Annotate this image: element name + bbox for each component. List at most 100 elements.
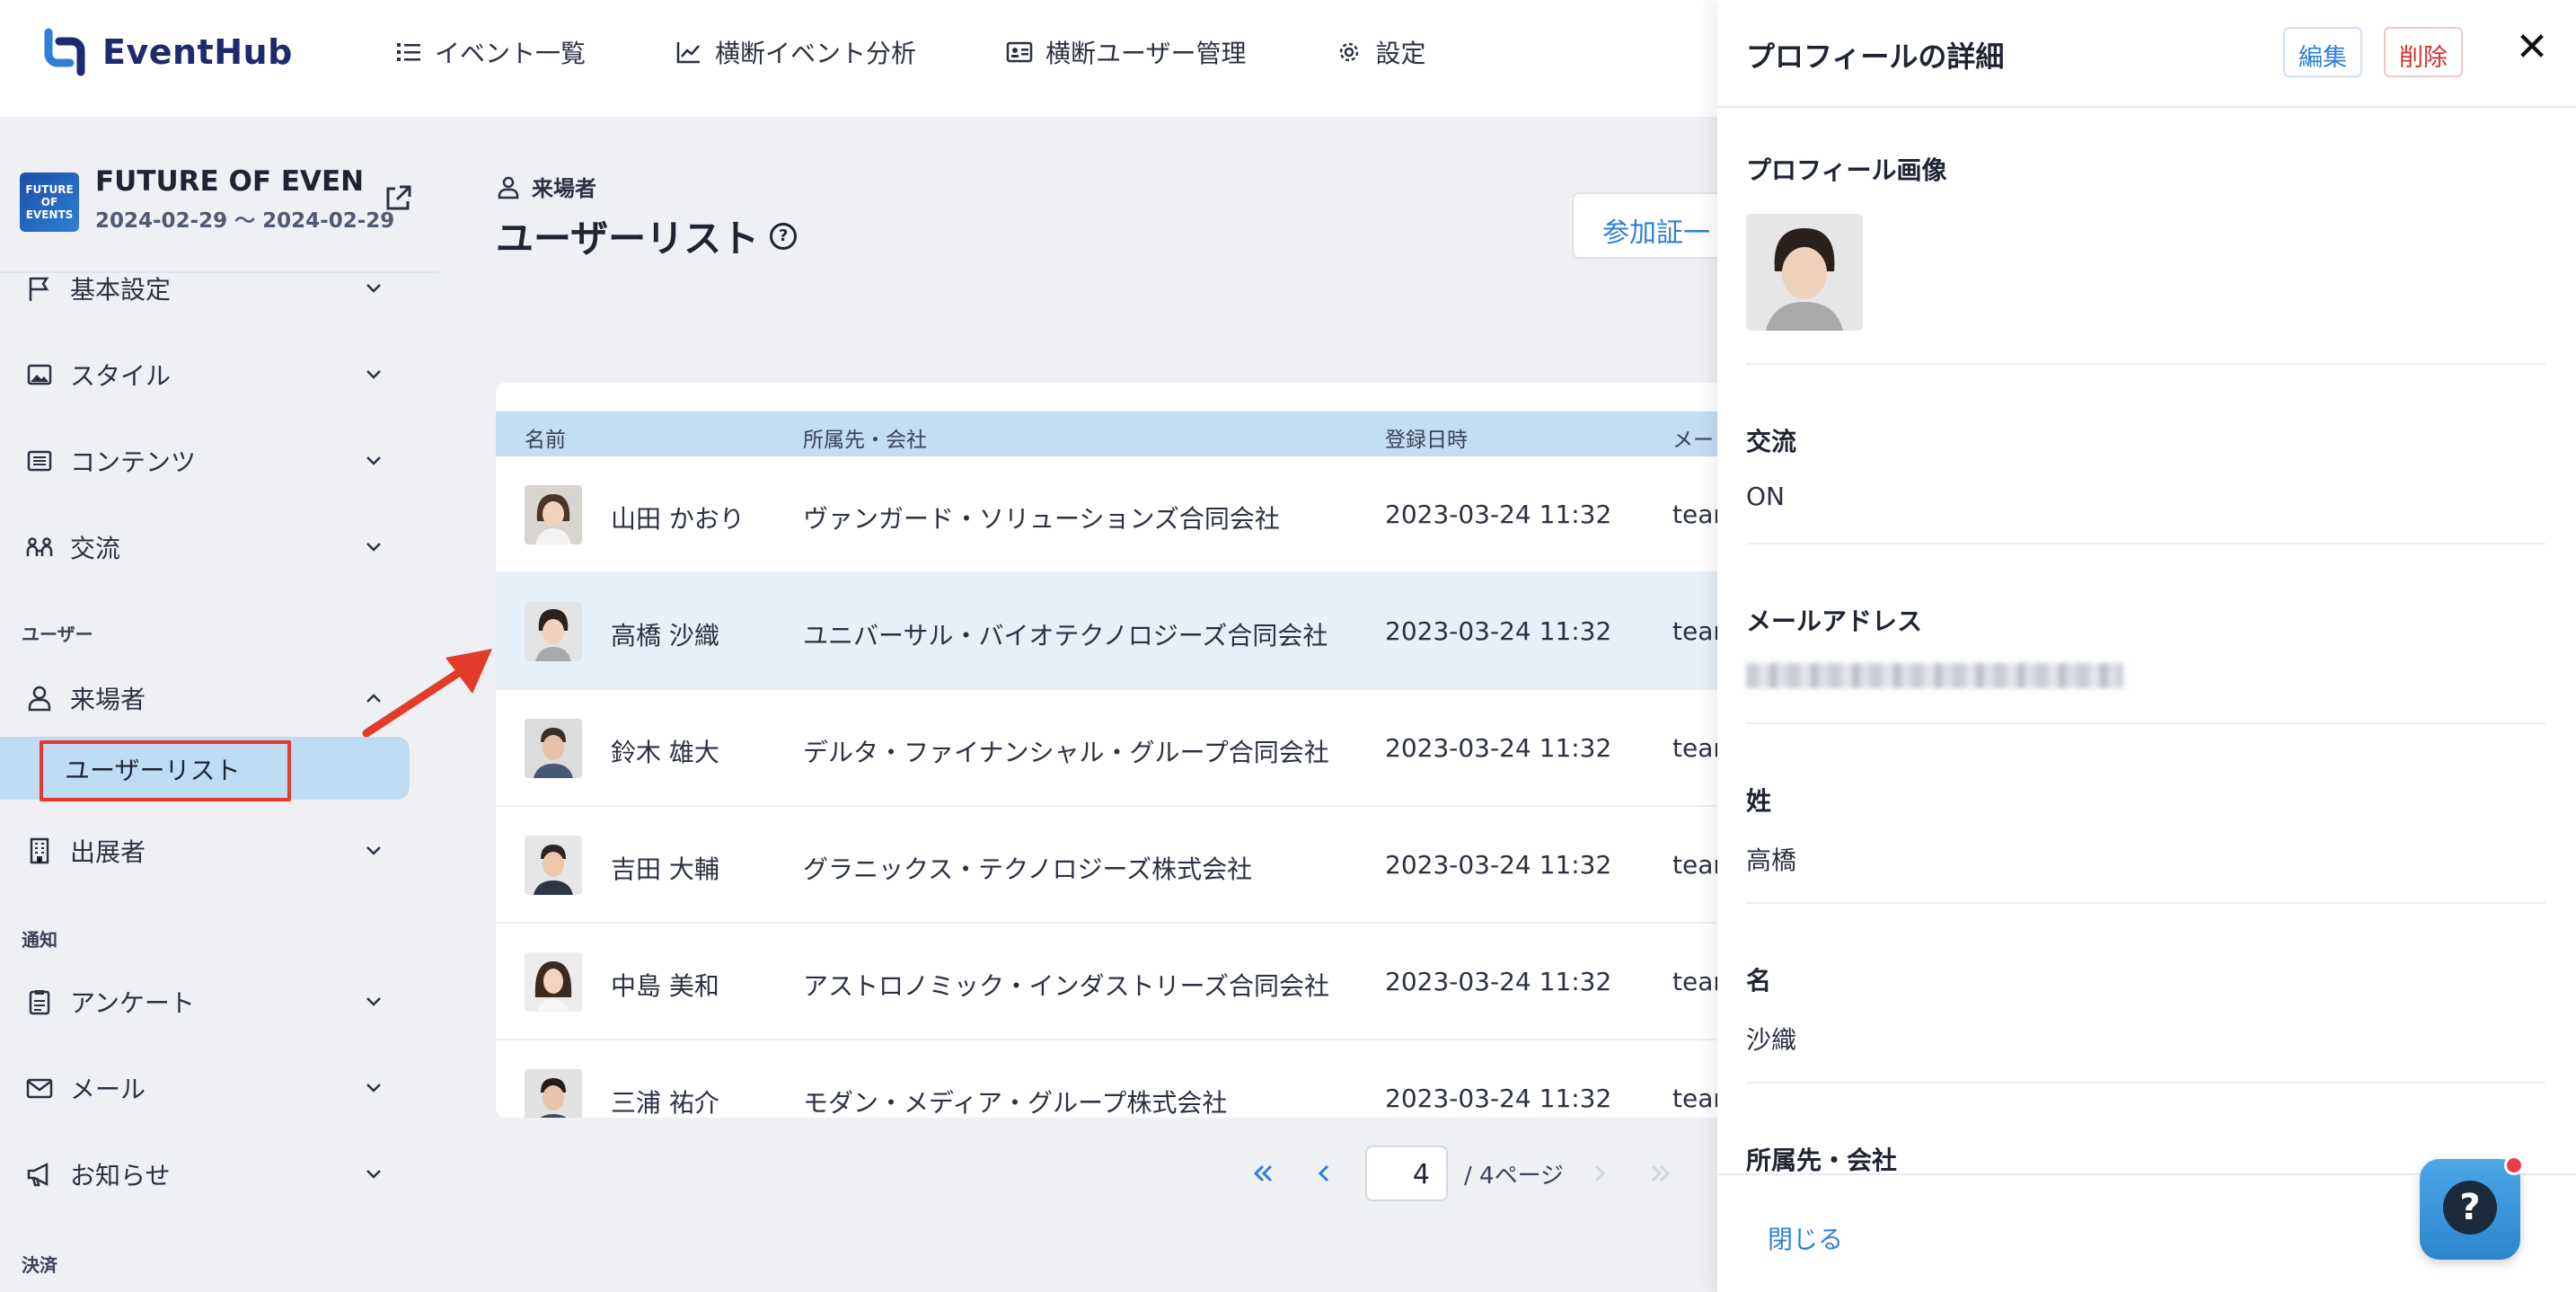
first-page-icon[interactable]	[1248, 1159, 1277, 1188]
sidebar-item-visitor[interactable]: 来場者	[25, 676, 384, 721]
building-icon	[30, 837, 49, 864]
section-label-payment: 決済	[22, 1254, 57, 1276]
table-header: 名前 所属先・会社 登録日時 メー	[496, 411, 1717, 456]
sidebar-item-label: メール	[70, 1075, 146, 1104]
eventhub-logo-icon	[44, 28, 85, 76]
edit-button[interactable]: 編集	[2283, 27, 2362, 77]
event-thumbnail: FUTURE OF EVENTS	[20, 173, 79, 232]
profile-image	[1746, 214, 1863, 331]
chevron-down-icon	[366, 370, 381, 379]
panel-header: プロフィールの詳細 編集 削除 ✕	[1717, 0, 2576, 108]
sidebar-item-contents[interactable]: コンテンツ	[25, 438, 384, 483]
row-company: グラニックス・テクノロジーズ株式会社	[803, 854, 1253, 884]
page-number-input[interactable]: 4	[1365, 1146, 1448, 1201]
user-table: 名前 所属先・会社 登録日時 メー 山田 かおり ヴァンガード・ソリューションズ…	[496, 383, 1717, 1118]
row-date: 2023-03-24 11:32	[1385, 967, 1612, 996]
event-title: FUTURE OF EVEN…	[95, 165, 365, 198]
field-divider	[1746, 543, 2545, 544]
list-alt-icon	[27, 450, 52, 472]
row-name: 鈴木 雄大	[611, 738, 719, 767]
column-header-registered[interactable]: 登録日時	[1385, 422, 1468, 453]
row-date: 2023-03-24 11:32	[1385, 500, 1612, 529]
nav-label: イベント一覧	[435, 39, 587, 68]
sidebar-item-basic-settings[interactable]: 基本設定	[25, 266, 384, 311]
breadcrumb: 来場者	[496, 171, 596, 202]
row-company: アストロノミック・インダストリーズ合同会社	[803, 971, 1330, 1001]
person-icon	[498, 176, 519, 199]
app-logo[interactable]: EventHub	[40, 27, 293, 77]
field-label: 名	[1746, 966, 1772, 996]
field-exchange: 交流 ON	[1746, 422, 2545, 511]
row-name: 三浦 祐介	[611, 1088, 719, 1118]
section-label-notify: 通知	[22, 929, 57, 951]
panel-title: プロフィールの詳細	[1746, 40, 2005, 74]
table-row[interactable]: 鈴木 雄大 デルタ・ファイナンシャル・グループ合同会社 2023-03-24 1…	[496, 690, 1717, 807]
field-label: プロフィール画像	[1746, 155, 1947, 185]
sidebar-item-label: 交流	[70, 534, 121, 563]
table-row[interactable]: 山田 かおり ヴァンガード・ソリューションズ合同会社 2023-03-24 11…	[496, 456, 1717, 573]
field-email: メールアドレス	[1746, 602, 2545, 688]
sidebar-item-label: スタイル	[70, 361, 172, 391]
column-header-name[interactable]: 名前	[525, 422, 566, 453]
notification-dot	[2504, 1155, 2524, 1175]
sidebar-item-label: コンテンツ	[70, 447, 197, 477]
chevron-down-icon	[366, 456, 381, 465]
help-icon[interactable]: ?	[770, 222, 798, 250]
sidebar-item-exhibitor[interactable]: 出展者	[25, 828, 384, 873]
avatar	[525, 952, 582, 1012]
clipboard-icon	[29, 990, 50, 1015]
chart-line-icon	[676, 42, 701, 64]
page-total: / 4ページ	[1464, 1162, 1565, 1190]
nav-label: 横断ユーザー管理	[1045, 39, 1247, 68]
column-header-email[interactable]: メー	[1672, 422, 1714, 453]
row-date: 2023-03-24 11:32	[1385, 733, 1612, 763]
section-label-user: ユーザー	[22, 624, 93, 645]
question-icon: ?	[2443, 1181, 2497, 1234]
last-page-icon[interactable]	[1646, 1159, 1675, 1188]
page-title: ユーザーリスト ?	[496, 208, 798, 263]
app-name: EventHub	[102, 32, 293, 72]
nav-cross-event-analysis[interactable]: 横断イベント分析	[675, 34, 916, 70]
delete-button[interactable]: 削除	[2384, 27, 2463, 77]
sidebar-item-survey[interactable]: アンケート	[25, 979, 384, 1024]
chevron-down-icon	[366, 846, 381, 855]
field-profile-image: プロフィール画像	[1746, 151, 2545, 334]
row-name: 山田 かおり	[611, 504, 745, 534]
row-company: デルタ・ファイナンシャル・グループ合同会社	[803, 738, 1329, 767]
sidebar-item-label: 来場者	[70, 685, 146, 714]
profile-detail-panel: プロフィールの詳細 編集 削除 ✕ プロフィール画像 交流 ON メールアドレス…	[1717, 0, 2576, 1292]
chevron-down-icon	[366, 1170, 381, 1179]
avatar	[525, 836, 582, 895]
avatar	[525, 1069, 582, 1118]
next-page-icon[interactable]	[1585, 1159, 1614, 1188]
column-header-company[interactable]: 所属先・会社	[803, 422, 927, 453]
row-email: tean	[1672, 616, 1717, 646]
nav-cross-user-management[interactable]: 横断ユーザー管理	[1006, 34, 1246, 70]
field-divider	[1746, 902, 2545, 904]
field-label: メールアドレス	[1746, 606, 1923, 636]
row-email: tean	[1672, 850, 1717, 880]
sidebar-item-label: 出展者	[70, 837, 146, 867]
field-first-name: 名 沙織	[1746, 961, 2545, 1057]
sidebar-item-networking[interactable]: 交流	[25, 525, 384, 570]
sidebar-item-style[interactable]: スタイル	[25, 352, 384, 397]
nav-settings[interactable]: 設定	[1336, 34, 1426, 70]
prev-page-icon[interactable]	[1310, 1159, 1338, 1188]
table-row[interactable]: 吉田 大輔 グラニックス・テクノロジーズ株式会社 2023-03-24 11:3…	[496, 807, 1717, 924]
annotation-arrow-icon	[362, 649, 492, 738]
avatar	[525, 485, 582, 544]
table-row[interactable]: 中島 美和 アストロノミック・インダストリーズ合同会社 2023-03-24 1…	[496, 924, 1717, 1040]
field-label: 交流	[1746, 427, 1797, 456]
table-row[interactable]: 三浦 祐介 モダン・メディア・グループ株式会社 2023-03-24 11:32…	[496, 1040, 1717, 1118]
person-icon	[28, 686, 51, 712]
table-row-selected[interactable]: 高橋 沙織 ユニバーサル・バイオテクノロジーズ合同会社 2023-03-24 1…	[496, 573, 1717, 690]
event-card[interactable]: FUTURE OF EVENTS FUTURE OF EVEN… 2024-02…	[20, 165, 424, 255]
nav-event-list[interactable]: イベント一覧	[395, 34, 586, 70]
sidebar-item-mail[interactable]: メール	[25, 1066, 384, 1111]
field-divider	[1746, 363, 2545, 365]
sidebar-item-announcement[interactable]: お知らせ	[25, 1152, 384, 1197]
external-link-icon[interactable]	[383, 183, 413, 214]
close-icon[interactable]: ✕	[2510, 25, 2554, 70]
close-button[interactable]: 閉じる	[1768, 1220, 1843, 1256]
help-chat-button[interactable]: ?	[2420, 1155, 2524, 1260]
